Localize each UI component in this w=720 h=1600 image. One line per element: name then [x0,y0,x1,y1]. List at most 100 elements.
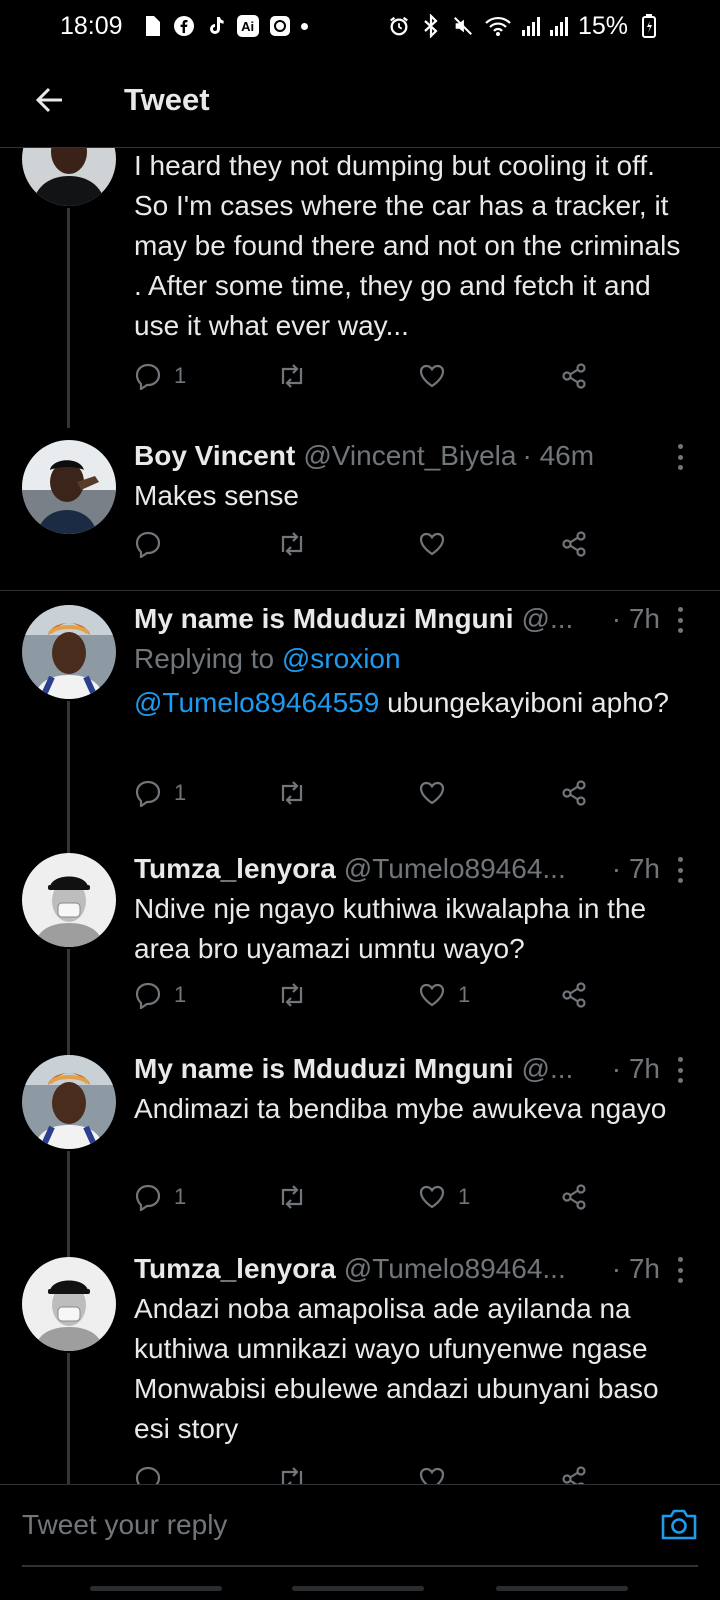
share-icon [562,1184,586,1210]
signal-icon [521,16,540,36]
reply-icon [135,531,161,558]
like-button[interactable]: 1 [418,1183,560,1211]
like-button[interactable] [418,362,560,390]
share-button[interactable] [560,981,588,1009]
notification-dot-icon [300,22,308,30]
tweet[interactable]: Tumza_lenyora @Tumelo89464... · 7h Ndive… [0,841,720,1041]
avatar[interactable] [22,1257,116,1351]
tweet[interactable]: Tumza_lenyora @Tumelo89464... · 7h Andaz… [0,1241,720,1484]
tweet[interactable]: My name is Mduduzi Mnguni @... · 7h Repl… [0,591,720,841]
avatar[interactable] [22,440,116,534]
camera-button[interactable] [660,1507,698,1546]
reply-button[interactable]: 1 [134,981,276,1009]
more-options-button[interactable] [670,605,690,635]
system-nav-bar [0,1578,720,1600]
tweet-actions [134,524,614,564]
tweet-text: @Tumelo89464559 ubungekayiboni apho? [134,683,690,723]
heart-icon [419,364,445,388]
more-options-button[interactable] [670,442,690,472]
author-handle[interactable]: @... [522,599,574,639]
share-button[interactable] [560,530,588,558]
retweet-button[interactable] [276,779,418,807]
author-name[interactable]: Tumza_lenyora [134,1249,336,1289]
tweet-time[interactable]: · 7h [612,849,660,889]
reply-button[interactable]: 1 [134,362,276,390]
thread-line [67,841,70,853]
tweet-time[interactable]: · 7h [612,1049,660,1089]
reply-composer: Tweet your reply [0,1484,720,1600]
reply-count: 1 [174,1184,187,1209]
tweet[interactable]: I heard they not dumping but cooling it … [0,148,720,428]
share-button[interactable] [560,1183,588,1211]
replying-to-mention[interactable]: @sroxion [282,643,401,674]
reply-button[interactable] [134,530,276,558]
reply-icon [135,1184,161,1211]
share-button[interactable] [560,362,588,390]
like-button[interactable]: 1 [418,981,560,1009]
battery-percent: 15% [577,11,628,40]
avatar[interactable] [22,853,116,947]
author-name[interactable]: My name is Mduduzi Mnguni [134,599,514,639]
like-button[interactable] [418,530,560,558]
signal-icon-2 [549,16,568,36]
tweet-thread[interactable]: I heard they not dumping but cooling it … [0,148,720,1484]
status-bar: 18:09 Ai 15% [0,0,720,52]
author-name[interactable]: Boy Vincent [134,436,295,476]
reply-input[interactable]: Tweet your reply [22,1509,227,1541]
facebook-icon [173,15,195,37]
like-button[interactable] [418,1465,560,1484]
reply-button[interactable]: 1 [134,779,276,807]
tweet[interactable]: Boy Vincent @Vincent_Biyela · 46m Makes … [0,428,720,578]
retweet-button[interactable] [276,362,418,390]
retweet-button[interactable] [276,1183,418,1211]
retweet-icon [281,781,303,805]
tweet-time[interactable]: · 7h [612,599,660,639]
reply-count: 1 [174,363,187,388]
more-options-button[interactable] [670,855,690,885]
page-title: Tweet [124,81,210,117]
author-handle[interactable]: @Vincent_Biyela [303,436,516,476]
heart-icon [419,532,445,556]
like-button[interactable] [418,779,560,807]
thread-line [67,1041,70,1055]
retweet-icon [281,364,303,388]
author-handle[interactable]: @... [522,1049,574,1089]
reply-count: 1 [174,982,187,1007]
tiktok-icon [205,15,227,37]
tweet-text: Ndive nje ngayo kuthiwa ikwalapha in the… [134,893,647,964]
messenger-icon [269,15,291,37]
tweet-text: Andazi noba amapolisa ade ayilanda na ku… [134,1293,659,1444]
tweet-time[interactable]: · 7h [612,1249,660,1289]
camera-icon [661,1509,697,1540]
more-options-button[interactable] [670,1255,690,1285]
avatar[interactable] [22,605,116,699]
tweet-time[interactable]: · 46m [522,436,594,476]
tweet-actions: 1 1 [134,1177,614,1217]
author-handle[interactable]: @Tumelo89464... [344,1249,566,1289]
tweet-actions: 1 1 [134,975,614,1015]
wifi-icon [484,15,512,37]
retweet-icon [281,983,303,1007]
more-options-button[interactable] [670,1055,690,1085]
retweet-button[interactable] [276,530,418,558]
tweet-text: Makes sense [134,480,299,511]
retweet-button[interactable] [276,1465,418,1484]
tweet-actions [134,1459,614,1484]
author-name[interactable]: Tumza_lenyora [134,849,336,889]
share-button[interactable] [560,1465,588,1484]
retweet-button[interactable] [276,981,418,1009]
bluetooth-icon [420,14,442,38]
reply-button[interactable]: 1 [134,1183,276,1211]
author-handle[interactable]: @Tumelo89464... [344,849,566,889]
share-button[interactable] [560,779,588,807]
body-mention[interactable]: @Tumelo89464559 [134,687,379,718]
avatar[interactable] [22,148,116,206]
tweet[interactable]: My name is Mduduzi Mnguni @... · 7h Andi… [0,1041,720,1241]
avatar[interactable] [22,1055,116,1149]
reply-button[interactable] [134,1465,276,1484]
thread-line [67,1151,70,1241]
thread-line [67,208,70,428]
back-button[interactable] [0,52,100,148]
author-name[interactable]: My name is Mduduzi Mnguni [134,1049,514,1089]
retweet-icon [281,1185,303,1209]
